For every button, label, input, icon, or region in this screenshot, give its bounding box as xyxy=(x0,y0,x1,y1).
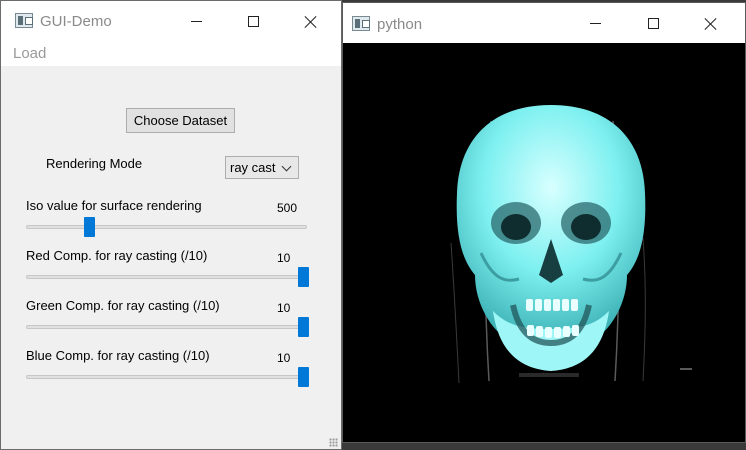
gui-demo-window: GUI-Demo Load Choose Dataset Rendering M… xyxy=(0,0,342,450)
render-viewport[interactable] xyxy=(343,43,745,442)
iso-value-slider[interactable] xyxy=(26,217,307,237)
red-comp-label: Red Comp. for ray casting (/10) xyxy=(26,248,208,263)
app-window-icon xyxy=(352,16,370,31)
rendering-mode-select[interactable]: ray cast xyxy=(225,156,299,179)
rendering-mode-label: Rendering Mode xyxy=(46,156,143,171)
red-comp-slider[interactable] xyxy=(26,267,309,287)
slider-handle[interactable] xyxy=(298,317,309,337)
slider-handle[interactable] xyxy=(83,217,95,237)
controls-panel: Choose Dataset Rendering Mode ray cast I… xyxy=(1,66,341,447)
minimize-icon xyxy=(190,21,202,22)
green-comp-readout: 10 xyxy=(277,301,291,315)
menu-load[interactable]: Load xyxy=(13,45,46,62)
close-button[interactable] xyxy=(688,9,734,38)
skull-volume-render[interactable] xyxy=(343,43,745,442)
maximize-button[interactable] xyxy=(630,9,676,38)
slider-handle[interactable] xyxy=(298,367,309,387)
maximize-icon xyxy=(247,16,259,27)
python-render-window: python xyxy=(342,2,746,443)
minimize-button[interactable] xyxy=(572,9,618,38)
blue-comp-readout: 10 xyxy=(277,351,291,365)
red-comp-readout: 10 xyxy=(277,251,291,265)
minimize-button[interactable] xyxy=(173,7,219,36)
window-title: python xyxy=(377,16,423,33)
app-window-icon xyxy=(15,13,33,28)
gui-demo-titlebar[interactable]: GUI-Demo xyxy=(1,1,341,43)
close-icon xyxy=(704,17,718,31)
green-comp-label: Green Comp. for ray casting (/10) xyxy=(26,298,220,313)
maximize-icon xyxy=(647,18,659,29)
minimize-icon xyxy=(589,23,601,24)
slider-handle[interactable] xyxy=(298,267,309,287)
menu-bar: Load xyxy=(1,43,341,66)
rendering-mode-value: ray cast xyxy=(230,160,276,175)
green-comp-slider[interactable] xyxy=(26,317,309,337)
iso-value-readout: 500 xyxy=(277,201,298,215)
resize-grip-icon[interactable] xyxy=(329,438,338,447)
maximize-button[interactable] xyxy=(230,7,276,36)
close-icon xyxy=(304,15,318,29)
choose-dataset-button[interactable]: Choose Dataset xyxy=(126,108,235,133)
python-titlebar[interactable]: python xyxy=(343,3,745,43)
iso-value-label: Iso value for surface rendering xyxy=(26,198,202,213)
window-title: GUI-Demo xyxy=(40,13,112,30)
blue-comp-label: Blue Comp. for ray casting (/10) xyxy=(26,348,210,363)
chevron-down-icon xyxy=(281,161,292,172)
blue-comp-slider[interactable] xyxy=(26,367,309,387)
close-button[interactable] xyxy=(288,7,334,36)
